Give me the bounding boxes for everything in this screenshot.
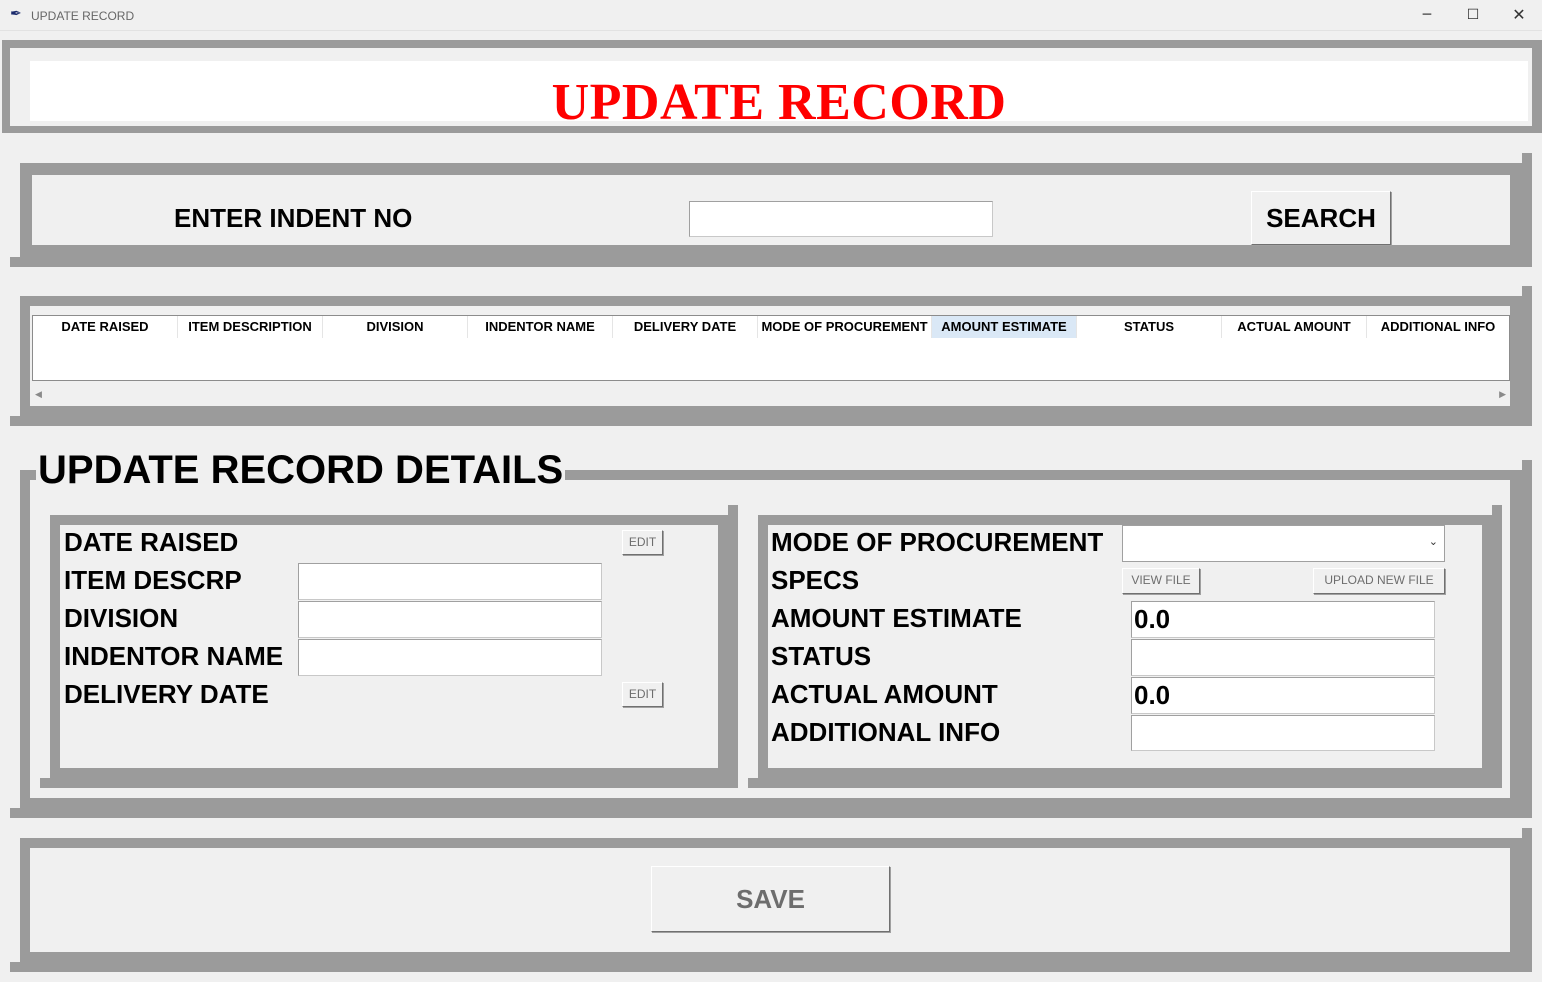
horizontal-scrollbar[interactable]: ◀ ▶ bbox=[32, 388, 1510, 406]
amount-estimate-input[interactable]: 0.0 bbox=[1131, 601, 1435, 638]
records-table[interactable]: DATE RAISED ITEM DESCRIPTION DIVISION IN… bbox=[32, 315, 1510, 381]
column-header[interactable]: ITEM DESCRIPTION bbox=[178, 316, 323, 338]
close-button[interactable]: ✕ bbox=[1496, 2, 1542, 28]
feather-icon: ✒ bbox=[10, 6, 22, 22]
edit-date-raised-button[interactable]: EDIT bbox=[622, 530, 663, 555]
column-header[interactable]: DATE RAISED bbox=[33, 316, 178, 338]
mode-of-procurement-select[interactable]: ⌄ bbox=[1122, 525, 1445, 562]
item-descrp-input[interactable] bbox=[298, 563, 602, 600]
search-button[interactable]: SEARCH bbox=[1251, 191, 1391, 245]
scroll-left-icon[interactable]: ◀ bbox=[35, 390, 42, 400]
chevron-down-icon[interactable]: ⌄ bbox=[1429, 535, 1438, 548]
item-descrp-label: ITEM DESCRP bbox=[64, 565, 242, 595]
additional-info-label: ADDITIONAL INFO bbox=[771, 717, 1001, 747]
window-title: UPDATE RECORD bbox=[31, 9, 135, 23]
column-header[interactable]: INDENTOR NAME bbox=[468, 316, 613, 338]
scroll-right-icon[interactable]: ▶ bbox=[1499, 390, 1506, 400]
amount-estimate-label: AMOUNT ESTIMATE bbox=[771, 603, 1022, 633]
column-header[interactable]: ACTUAL AMOUNT bbox=[1222, 316, 1367, 338]
details-title: UPDATE RECORD DETAILS bbox=[36, 448, 566, 493]
status-input[interactable] bbox=[1131, 639, 1435, 676]
column-header[interactable]: MODE OF PROCUREMENT bbox=[758, 316, 932, 338]
minimize-button[interactable]: ─ bbox=[1404, 2, 1450, 28]
actual-amount-label: ACTUAL AMOUNT bbox=[771, 679, 998, 709]
mode-of-procurement-label: MODE OF PROCUREMENT bbox=[771, 527, 1104, 557]
indentor-name-label: INDENTOR NAME bbox=[64, 641, 284, 671]
delivery-date-label: DELIVERY DATE bbox=[64, 679, 269, 709]
page-title: UPDATE RECORD bbox=[551, 74, 1007, 131]
header-panel: UPDATE RECORD bbox=[30, 61, 1528, 131]
window-titlebar: ✒ UPDATE RECORD ─ ☐ ✕ bbox=[0, 0, 1542, 31]
search-frame: ENTER INDENT NO SEARCH bbox=[10, 153, 1532, 267]
status-label: STATUS bbox=[771, 641, 872, 671]
indent-no-input[interactable] bbox=[689, 201, 993, 237]
view-file-button[interactable]: VIEW FILE bbox=[1122, 568, 1200, 594]
column-header[interactable]: ADDITIONAL INFO bbox=[1367, 316, 1509, 338]
save-button[interactable]: SAVE bbox=[651, 866, 890, 932]
edit-delivery-date-button[interactable]: EDIT bbox=[622, 682, 663, 707]
column-header[interactable]: DELIVERY DATE bbox=[613, 316, 758, 338]
indentor-name-input[interactable] bbox=[298, 639, 602, 676]
column-header[interactable]: STATUS bbox=[1077, 316, 1222, 338]
header-frame: UPDATE RECORD bbox=[2, 40, 1542, 133]
division-label: DIVISION bbox=[64, 603, 179, 633]
additional-info-input[interactable] bbox=[1131, 715, 1435, 751]
column-header[interactable]: DIVISION bbox=[323, 316, 468, 338]
actual-amount-input[interactable]: 0.0 bbox=[1131, 677, 1435, 714]
date-raised-label: DATE RAISED bbox=[64, 527, 239, 557]
division-input[interactable] bbox=[298, 601, 602, 638]
column-header[interactable]: AMOUNT ESTIMATE bbox=[932, 316, 1077, 338]
upload-new-file-button[interactable]: UPLOAD NEW FILE bbox=[1313, 568, 1445, 594]
maximize-button[interactable]: ☐ bbox=[1450, 2, 1496, 28]
specs-label: SPECS bbox=[771, 565, 860, 595]
indent-no-label: ENTER INDENT NO bbox=[174, 203, 413, 233]
